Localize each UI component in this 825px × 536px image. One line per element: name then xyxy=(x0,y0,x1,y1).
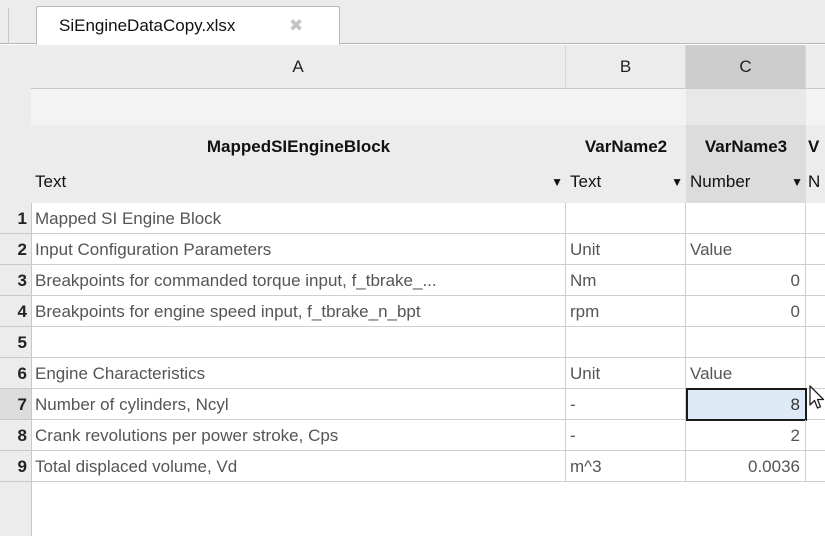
cell-a5[interactable] xyxy=(31,327,566,358)
cell-b8[interactable]: - xyxy=(566,420,686,451)
variable-type-a-label: Text xyxy=(35,172,67,191)
cell-b3[interactable]: Nm xyxy=(566,265,686,296)
cell-d4[interactable] xyxy=(806,296,825,327)
variable-type-c[interactable]: Number ▼ xyxy=(686,163,806,203)
cell-b5[interactable] xyxy=(566,327,686,358)
variable-type-b[interactable]: Text ▼ xyxy=(566,163,686,203)
active-cell-c7[interactable]: 8 xyxy=(686,388,807,421)
cell-d5[interactable] xyxy=(806,327,825,358)
spreadsheet-grid: A B C MappedSIEngineBlock VarName2 VarNa… xyxy=(0,45,825,536)
cell-d2[interactable] xyxy=(806,234,825,265)
cell-b6[interactable]: Unit xyxy=(566,358,686,389)
header-spacer-selected xyxy=(686,89,806,125)
close-icon[interactable]: ✖ xyxy=(289,16,303,36)
cell-a1[interactable]: Mapped SI Engine Block xyxy=(31,203,566,234)
mouse-cursor-icon xyxy=(809,385,825,409)
tab-strip-edge xyxy=(8,8,9,44)
cell-d8[interactable] xyxy=(806,420,825,451)
row-number[interactable]: 9 xyxy=(0,451,31,482)
cell-d3[interactable] xyxy=(806,265,825,296)
variable-type-d-label: N xyxy=(808,172,821,191)
file-tab[interactable]: SiEngineDataCopy.xlsx ✖ xyxy=(36,6,340,45)
document-tab-strip: SiEngineDataCopy.xlsx ✖ xyxy=(0,0,825,45)
cell-c3[interactable]: 0 xyxy=(686,265,806,296)
header-spacer-d xyxy=(806,89,825,125)
cell-c6[interactable]: Value xyxy=(686,358,806,389)
row-number[interactable]: 4 xyxy=(0,296,31,327)
cell-a3[interactable]: Breakpoints for commanded torque input, … xyxy=(31,265,566,296)
cell-a9[interactable]: Total displaced volume, Vd xyxy=(31,451,566,482)
row-number[interactable]: 2 xyxy=(0,234,31,265)
variable-name-d[interactable]: V xyxy=(806,125,825,163)
cell-a6[interactable]: Engine Characteristics xyxy=(31,358,566,389)
file-tab-title[interactable]: SiEngineDataCopy.xlsx xyxy=(59,16,235,36)
cell-c4[interactable]: 0 xyxy=(686,296,806,327)
variable-type-a[interactable]: Text ▼ xyxy=(31,163,566,203)
header-spacer xyxy=(31,89,686,125)
cell-c8[interactable]: 2 xyxy=(686,420,806,451)
cell-b4[interactable]: rpm xyxy=(566,296,686,327)
row-number[interactable]: 8 xyxy=(0,420,31,451)
variable-type-d[interactable]: N xyxy=(806,163,825,203)
dropdown-arrow-icon[interactable]: ▼ xyxy=(551,163,563,201)
column-header-b[interactable]: B xyxy=(566,45,686,89)
cell-c1[interactable] xyxy=(686,203,806,234)
variable-type-c-label: Number xyxy=(690,172,751,191)
cell-a2[interactable]: Input Configuration Parameters xyxy=(31,234,566,265)
variable-name-a[interactable]: MappedSIEngineBlock xyxy=(31,125,566,163)
cell-b2[interactable]: Unit xyxy=(566,234,686,265)
row-number[interactable]: 5 xyxy=(0,327,31,358)
column-header-c[interactable]: C xyxy=(686,45,806,89)
row-number[interactable]: 1 xyxy=(0,203,31,234)
column-header-a[interactable]: A xyxy=(31,45,566,89)
cell-c2[interactable]: Value xyxy=(686,234,806,265)
cell-c5[interactable] xyxy=(686,327,806,358)
cell-b9[interactable]: m^3 xyxy=(566,451,686,482)
cell-d1[interactable] xyxy=(806,203,825,234)
dropdown-arrow-icon[interactable]: ▼ xyxy=(671,163,683,201)
variable-type-b-label: Text xyxy=(570,172,602,191)
cell-d9[interactable] xyxy=(806,451,825,482)
column-header-d[interactable] xyxy=(806,45,825,89)
row-number[interactable]: 3 xyxy=(0,265,31,296)
cell-a7[interactable]: Number of cylinders, Ncyl xyxy=(31,389,566,420)
variable-name-c[interactable]: VarName3 xyxy=(686,125,806,163)
cell-c9[interactable]: 0.0036 xyxy=(686,451,806,482)
cell-a8[interactable]: Crank revolutions per power stroke, Cps xyxy=(31,420,566,451)
variable-name-b[interactable]: VarName2 xyxy=(566,125,686,163)
cell-b7[interactable]: - xyxy=(566,389,686,420)
cell-a4[interactable]: Breakpoints for engine speed input, f_tb… xyxy=(31,296,566,327)
row-number[interactable]: 6 xyxy=(0,358,31,389)
cell-b1[interactable] xyxy=(566,203,686,234)
row-number[interactable]: 7 xyxy=(0,389,31,420)
dropdown-arrow-icon[interactable]: ▼ xyxy=(791,163,803,201)
